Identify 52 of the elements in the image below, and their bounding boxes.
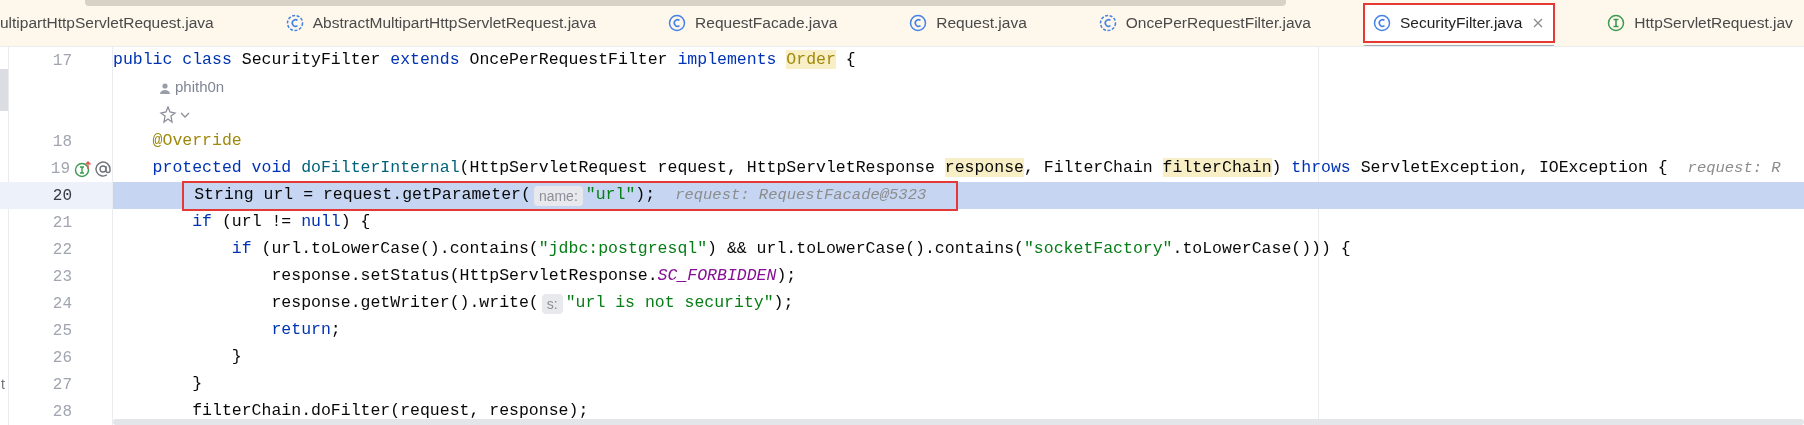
editor-tab[interactable]: AbstractMultipartHttpServletRequest.java — [249, 3, 633, 43]
code-line: filterChain.doFilter(request, response); — [191, 400, 589, 423]
editor-tab[interactable]: ultipartHttpServletRequest.java — [0, 3, 250, 43]
interface-icon — [1607, 14, 1626, 32]
editor-tab[interactable]: HttpServletRequest.jav — [1571, 3, 1804, 43]
line-number: 27 — [51, 374, 72, 396]
code-line: "url is not security"); — [565, 292, 794, 315]
annotation-icon — [94, 159, 112, 178]
tab-scrollbar[interactable] — [85, 0, 1286, 6]
abstract-class-icon — [285, 14, 304, 32]
line-number: 23 — [51, 266, 72, 288]
author-hint[interactable]: phith0n — [175, 76, 225, 99]
line-number: 25 — [51, 320, 72, 342]
line-number: 20 — [51, 185, 72, 207]
person-icon — [159, 81, 171, 94]
code-line: response.setStatus(HttpServletResponse.SC_FORBIDDEN); — [270, 265, 797, 288]
editor-tab[interactable]: OncePerRequestFilter.java — [1062, 3, 1347, 43]
code-line: if (url != null) { — [191, 211, 371, 234]
abstract-class-icon — [1098, 14, 1117, 32]
line-number: 24 — [51, 293, 72, 315]
line-number: 19 — [49, 158, 70, 180]
line-number: 18 — [51, 131, 72, 153]
code-line: } — [230, 346, 242, 369]
line-number: 28 — [51, 401, 72, 423]
class-icon — [668, 14, 687, 32]
edge-text: t — [1, 375, 5, 394]
code-line: protected void doFilterInternal(HttpServletRequest request, HttpServletResponse response, FilterChain filterChain) throws ServletException, IOException { — [151, 157, 1668, 180]
sparkle-icon — [159, 105, 177, 124]
code-line: @Override — [151, 130, 242, 153]
line-number: 21 — [51, 212, 72, 234]
editor-tab[interactable]: Request.java — [873, 3, 1063, 43]
editor-tab[interactable]: SecurityFilter.java — [1363, 3, 1556, 43]
inline-value: request: RequestFacade@5323 — [675, 184, 927, 206]
editor-tab[interactable]: RequestFacade.java — [632, 3, 874, 43]
line-number: 22 — [51, 239, 72, 261]
code-line: public class SecurityFilter extends OncePerRequestFilter implements Order { — [113, 49, 856, 72]
code-line: if (url.toLowerCase().contains("jdbc:postgresql") && url.toLowerCase().contains("socketFactory".toLowerCase())) { — [230, 238, 1351, 261]
gutter-marker — [0, 69, 8, 111]
code-line: return; — [270, 319, 341, 342]
class-icon — [1373, 14, 1391, 32]
parameter-hint: name: — [533, 185, 583, 206]
class-icon — [909, 14, 928, 32]
horizontal-scrollbar[interactable] — [113, 419, 1804, 425]
chevron-down-icon — [180, 110, 190, 119]
parameter-hint: s: — [541, 293, 563, 314]
code-line: } — [191, 373, 203, 396]
inline-value: request: R — [1687, 157, 1781, 179]
line-number: 26 — [51, 347, 72, 369]
code-line: "url"); — [585, 184, 656, 207]
line-number: 17 — [51, 50, 72, 72]
code-line: String url = request.getParameter( — [193, 184, 531, 207]
code-line: response.getWriter().write( — [270, 292, 539, 315]
